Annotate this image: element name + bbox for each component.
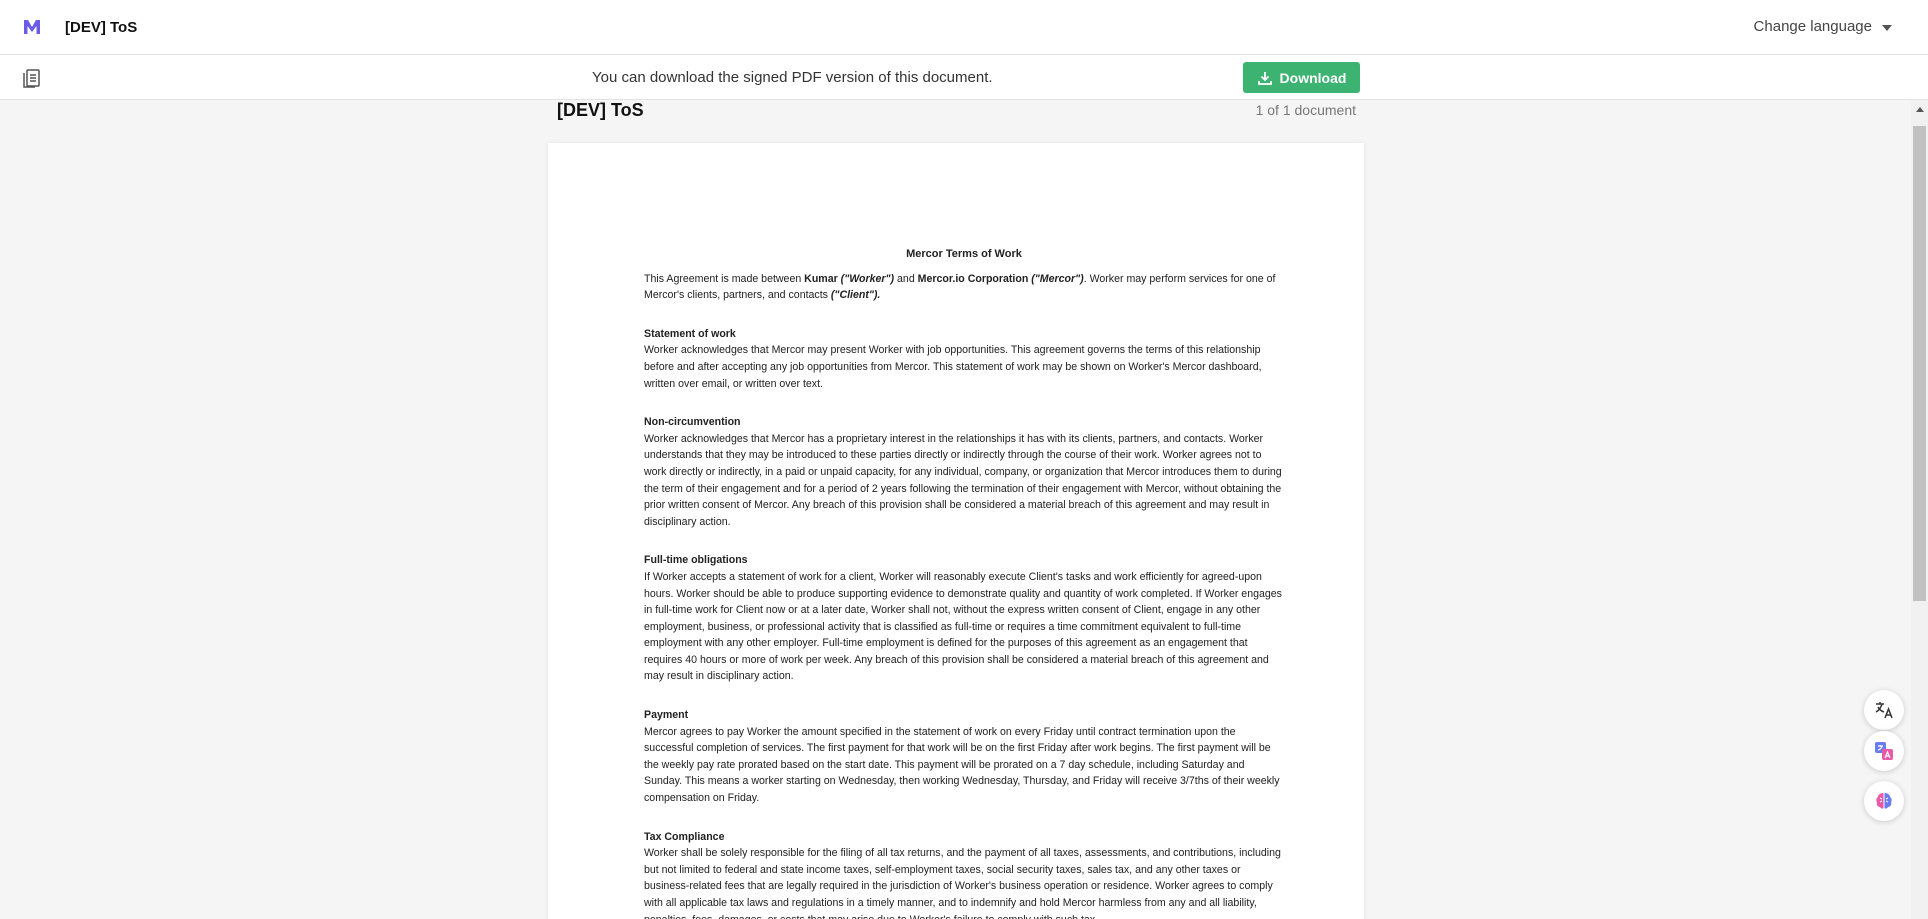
download-notice: You can download the signed PDF version …: [592, 69, 993, 86]
scrollbar-thumb[interactable]: [1913, 126, 1926, 601]
download-label: Download: [1279, 69, 1347, 86]
document-count: 1 of 1 document: [1255, 102, 1356, 118]
scroll-up-arrow-icon[interactable]: [1916, 107, 1924, 112]
download-icon: [1257, 71, 1272, 85]
download-button[interactable]: Download: [1243, 62, 1360, 93]
app-title: [DEV] ToS: [65, 19, 138, 36]
brain-icon: [1876, 793, 1892, 809]
section-title: Payment: [644, 709, 689, 722]
section-body: Worker acknowledges that Mercor has a pr…: [644, 432, 1282, 528]
section-title: Full-time obligations: [644, 554, 748, 567]
section-full-time-obligations: Full-time obligations If Worker accepts …: [644, 552, 1284, 685]
translate-button[interactable]: [1864, 690, 1904, 730]
section-payment: Payment Mercor agrees to pay Worker the …: [644, 707, 1284, 807]
section-body: If Worker accepts a statement of work fo…: [644, 570, 1282, 683]
download-bar: You can download the signed PDF version …: [0, 55, 1928, 100]
section-statement-of-work: Statement of work Worker acknowledges th…: [644, 326, 1284, 392]
change-language-dropdown[interactable]: Change language: [1754, 18, 1892, 35]
mercor-logo-icon[interactable]: [23, 17, 41, 37]
ai-translate-icon: [1875, 742, 1893, 760]
section-body: Mercor agrees to pay Worker the amount s…: [644, 725, 1280, 805]
section-body: Worker shall be solely responsible for t…: [644, 847, 1281, 919]
section-title: Tax Compliance: [644, 830, 725, 843]
section-title: Non-circumvention: [644, 416, 741, 429]
documents-icon[interactable]: [21, 67, 43, 89]
document-page: Mercor Terms of Work This Agreement is m…: [548, 143, 1364, 919]
section-title: Statement of work: [644, 327, 736, 340]
document-title: [DEV] ToS: [557, 100, 644, 120]
section-body: Worker acknowledges that Mercor may pres…: [644, 344, 1262, 390]
document-content: Mercor Terms of Work This Agreement is m…: [644, 246, 1284, 919]
ai-assistant-button[interactable]: [1864, 781, 1904, 821]
caret-down-icon: [1882, 24, 1892, 31]
terms-title: Mercor Terms of Work: [906, 248, 1022, 260]
section-non-circumvention: Non-circumvention Worker acknowledges th…: [644, 414, 1284, 530]
intro-paragraph: This Agreement is made between Kumar ("W…: [644, 272, 1276, 302]
ai-translate-button[interactable]: [1864, 731, 1904, 771]
section-tax-compliance: Tax Compliance Worker shall be solely re…: [644, 829, 1284, 919]
change-language-label: Change language: [1753, 18, 1872, 35]
top-bar: [DEV] ToS Change language: [0, 0, 1928, 55]
translate-icon: [1875, 702, 1893, 719]
